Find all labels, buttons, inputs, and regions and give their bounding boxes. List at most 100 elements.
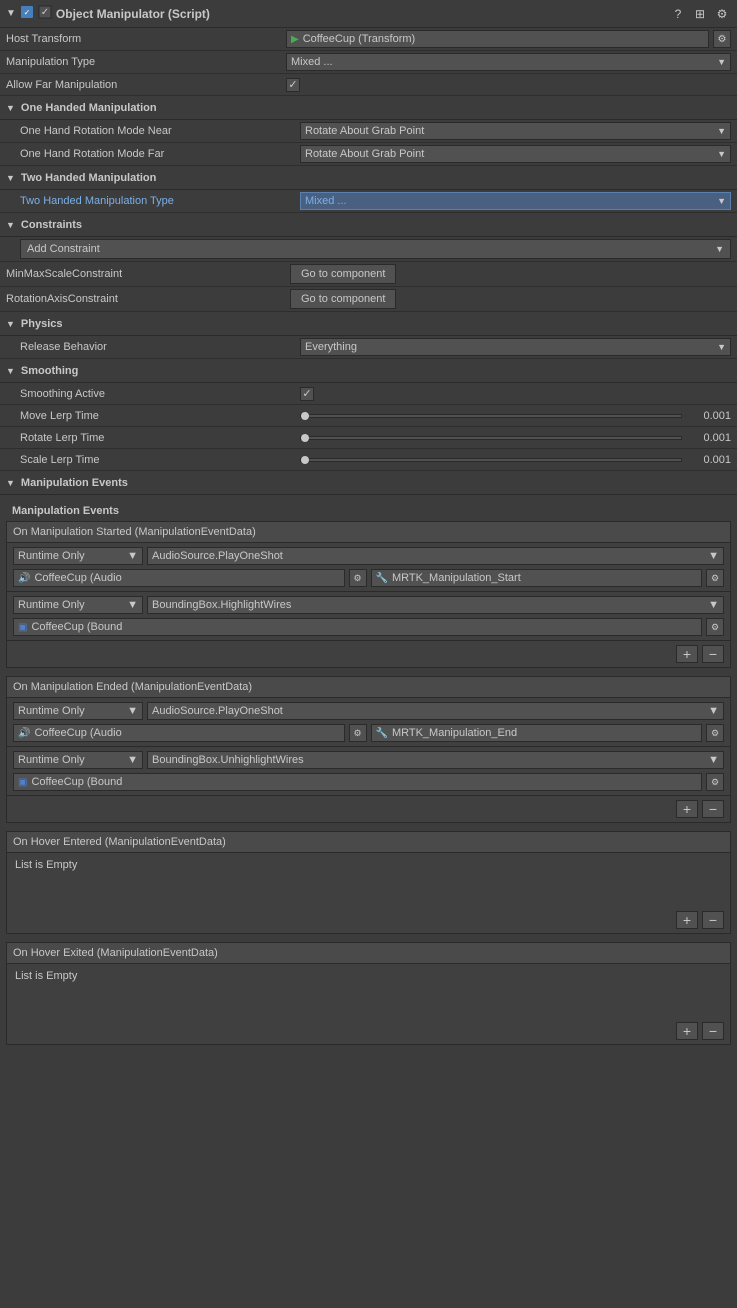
constraints-section[interactable]: ▼ Constraints bbox=[0, 213, 737, 237]
one-hand-near-arrow: ▼ bbox=[717, 126, 726, 136]
physics-section[interactable]: ▼ Physics bbox=[0, 312, 737, 336]
object-field-1[interactable]: 🔊 CoffeeCup (Audio bbox=[13, 569, 345, 587]
method-label-4: BoundingBox.UnhighlightWires bbox=[152, 754, 304, 766]
one-hand-near-value: Rotate About Grab Point bbox=[305, 125, 424, 137]
move-lerp-thumb[interactable] bbox=[301, 412, 309, 420]
two-handed-section[interactable]: ▼ Two Handed Manipulation bbox=[0, 166, 737, 190]
on-hover-exited-header: On Hover Exited (ManipulationEventData) bbox=[7, 943, 730, 964]
function-label-1: MRTK_Manipulation_Start bbox=[392, 572, 521, 584]
one-handed-triangle: ▼ bbox=[6, 103, 15, 113]
on-hover-exited-group: On Hover Exited (ManipulationEventData) … bbox=[6, 942, 731, 1045]
scale-lerp-label: Scale Lerp Time bbox=[20, 454, 300, 466]
hover-exited-plus-btn[interactable]: + bbox=[676, 1022, 698, 1040]
manipulation-started-entry-1-bottom: 🔊 CoffeeCup (Audio ⚙ 🔧 MRTK_Manipulation… bbox=[13, 569, 724, 587]
hover-exited-minus-btn[interactable]: − bbox=[702, 1022, 724, 1040]
method-label-3: AudioSource.PlayOneShot bbox=[152, 705, 283, 717]
runtime-only-dropdown-2[interactable]: Runtime Only ▼ bbox=[13, 596, 143, 614]
svg-text:✓: ✓ bbox=[24, 8, 31, 17]
rotation-goto-button[interactable]: Go to component bbox=[290, 289, 396, 309]
on-manipulation-started-group: On Manipulation Started (ManipulationEve… bbox=[6, 521, 731, 668]
small-gear-1[interactable]: ⚙ bbox=[349, 569, 367, 587]
collapse-triangle[interactable]: ▼ bbox=[6, 8, 16, 19]
hover-entered-plus-btn[interactable]: + bbox=[676, 911, 698, 929]
object-label-3: CoffeeCup (Audio bbox=[34, 727, 121, 739]
on-manipulation-started-header: On Manipulation Started (ManipulationEve… bbox=[7, 522, 730, 543]
object-field-4[interactable]: ▣ CoffeeCup (Bound bbox=[13, 773, 702, 791]
smoothing-section[interactable]: ▼ Smoothing bbox=[0, 359, 737, 383]
manipulation-ended-plus-btn[interactable]: + bbox=[676, 800, 698, 818]
one-hand-far-value: Rotate About Grab Point bbox=[305, 148, 424, 160]
two-handed-type-dropdown[interactable]: Mixed ... ▼ bbox=[300, 192, 731, 210]
add-constraint-dropdown[interactable]: Add Constraint ▼ bbox=[20, 239, 731, 259]
move-lerp-track[interactable] bbox=[300, 414, 682, 418]
manipulation-events-title: Manipulation Events bbox=[6, 501, 731, 521]
method-dropdown-4[interactable]: BoundingBox.UnhighlightWires ▼ bbox=[147, 751, 724, 769]
one-handed-section[interactable]: ▼ One Handed Manipulation bbox=[0, 96, 737, 120]
two-handed-triangle: ▼ bbox=[6, 173, 15, 183]
method-arrow-4: ▼ bbox=[708, 754, 719, 766]
runtime-only-dropdown-1[interactable]: Runtime Only ▼ bbox=[13, 547, 143, 565]
runtime-arrow-1: ▼ bbox=[127, 550, 138, 562]
scale-lerp-track[interactable] bbox=[300, 458, 682, 462]
host-transform-row: Host Transform ▶ CoffeeCup (Transform) ⚙ bbox=[0, 28, 737, 51]
host-transform-gear[interactable]: ⚙ bbox=[713, 30, 731, 48]
layout-icon[interactable]: ⊞ bbox=[691, 5, 709, 23]
one-hand-near-dropdown[interactable]: Rotate About Grab Point ▼ bbox=[300, 122, 731, 140]
smoothing-active-checkbox[interactable] bbox=[300, 387, 314, 401]
one-hand-near-row: One Hand Rotation Mode Near Rotate About… bbox=[0, 120, 737, 143]
runtime-label-3: Runtime Only bbox=[18, 705, 85, 717]
object-field-3[interactable]: 🔊 CoffeeCup (Audio bbox=[13, 724, 345, 742]
small-gear-func-3[interactable]: ⚙ bbox=[706, 724, 724, 742]
runtime-only-dropdown-3[interactable]: Runtime Only ▼ bbox=[13, 702, 143, 720]
rotation-row: RotationAxisConstraint Go to component bbox=[0, 287, 737, 312]
minmax-goto-button[interactable]: Go to component bbox=[290, 264, 396, 284]
move-lerp-value: 0.001 bbox=[686, 410, 731, 422]
method-dropdown-3[interactable]: AudioSource.PlayOneShot ▼ bbox=[147, 702, 724, 720]
small-gear-2[interactable]: ⚙ bbox=[706, 618, 724, 636]
method-dropdown-2[interactable]: BoundingBox.HighlightWires ▼ bbox=[147, 596, 724, 614]
rotate-lerp-track[interactable] bbox=[300, 436, 682, 440]
hover-entered-controls: + − bbox=[7, 907, 730, 933]
move-lerp-slider[interactable]: 0.001 bbox=[300, 410, 731, 422]
rotation-label: RotationAxisConstraint bbox=[6, 293, 286, 305]
allow-far-checkbox[interactable] bbox=[286, 78, 300, 92]
manipulation-events-section[interactable]: ▼ Manipulation Events bbox=[0, 471, 737, 495]
coffee-bound-icon-2: ▣ bbox=[18, 622, 27, 633]
scale-lerp-thumb[interactable] bbox=[301, 456, 309, 464]
hover-entered-minus-btn[interactable]: − bbox=[702, 911, 724, 929]
one-hand-far-dropdown[interactable]: Rotate About Grab Point ▼ bbox=[300, 145, 731, 163]
manipulation-type-dropdown[interactable]: Mixed ... ▼ bbox=[286, 53, 731, 71]
smoothing-active-row: Smoothing Active bbox=[0, 383, 737, 405]
hover-exited-controls: + − bbox=[7, 1018, 730, 1044]
rotate-lerp-slider[interactable]: 0.001 bbox=[300, 432, 731, 444]
move-lerp-row: Move Lerp Time 0.001 bbox=[0, 405, 737, 427]
scale-lerp-slider[interactable]: 0.001 bbox=[300, 454, 731, 466]
manipulation-started-entry-2-bottom: ▣ CoffeeCup (Bound ⚙ bbox=[13, 618, 724, 636]
rotate-lerp-thumb[interactable] bbox=[301, 434, 309, 442]
small-gear-func-1[interactable]: ⚙ bbox=[706, 569, 724, 587]
coffee-audio-icon-1: 🔊 bbox=[18, 573, 30, 584]
small-gear-3[interactable]: ⚙ bbox=[349, 724, 367, 742]
help-icon[interactable]: ? bbox=[669, 5, 687, 23]
small-gear-4[interactable]: ⚙ bbox=[706, 773, 724, 791]
release-behavior-dropdown[interactable]: Everything ▼ bbox=[300, 338, 731, 356]
host-transform-value[interactable]: ▶ CoffeeCup (Transform) bbox=[286, 30, 709, 48]
runtime-label-1: Runtime Only bbox=[18, 550, 85, 562]
checkbox-icon[interactable]: ✓ bbox=[38, 5, 52, 22]
object-field-2[interactable]: ▣ CoffeeCup (Bound bbox=[13, 618, 702, 636]
one-hand-far-label: One Hand Rotation Mode Far bbox=[20, 148, 300, 160]
settings-icon[interactable]: ⚙ bbox=[713, 5, 731, 23]
allow-far-row: Allow Far Manipulation bbox=[0, 74, 737, 96]
manipulation-started-entry-1-top: Runtime Only ▼ AudioSource.PlayOneShot ▼ bbox=[13, 547, 724, 565]
host-transform-text: CoffeeCup (Transform) bbox=[303, 33, 415, 45]
manipulation-ended-minus-btn[interactable]: − bbox=[702, 800, 724, 818]
manipulation-started-plus-btn[interactable]: + bbox=[676, 645, 698, 663]
runtime-only-dropdown-4[interactable]: Runtime Only ▼ bbox=[13, 751, 143, 769]
physics-triangle: ▼ bbox=[6, 319, 15, 329]
manipulation-started-minus-btn[interactable]: − bbox=[702, 645, 724, 663]
method-dropdown-1[interactable]: AudioSource.PlayOneShot ▼ bbox=[147, 547, 724, 565]
coffee-audio-icon-3: 🔊 bbox=[18, 728, 30, 739]
function-field-3[interactable]: 🔧 MRTK_Manipulation_End bbox=[371, 724, 703, 742]
manipulation-type-row: Manipulation Type Mixed ... ▼ bbox=[0, 51, 737, 74]
function-field-1[interactable]: 🔧 MRTK_Manipulation_Start bbox=[371, 569, 703, 587]
